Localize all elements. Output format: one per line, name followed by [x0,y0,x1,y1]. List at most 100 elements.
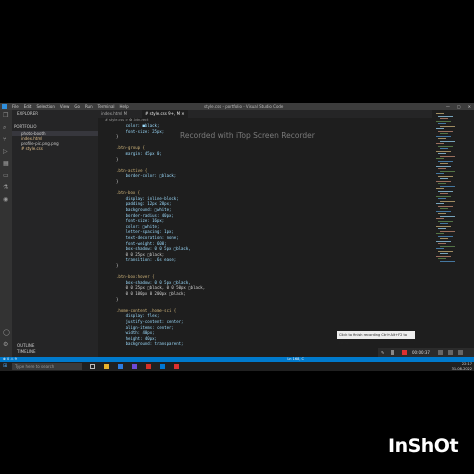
code-line[interactable]: padding: 12px 28px; [116,201,172,206]
code-line[interactable]: width: 40px; [116,330,155,335]
minimap-line [436,150,451,152]
maximize-button[interactable]: ▢ [457,103,461,110]
code-line[interactable]: } [116,157,118,162]
search-icon[interactable]: ⌕ [3,125,9,131]
code-line[interactable]: margin: 45px 0; [116,151,162,156]
code-line[interactable]: box-shadow: 0 0 5px □black, [116,280,191,285]
menu-view[interactable]: View [60,103,70,110]
line-number [98,134,112,139]
pause-icon[interactable] [391,350,394,355]
code-line[interactable]: 0 0 25px □black; [116,252,165,257]
store-icon[interactable] [132,364,137,369]
problems-status[interactable]: ⊗ 0 ⚠ 9 [0,357,17,361]
minimap-line [440,133,448,134]
settings-icon[interactable]: ⚙ [3,342,9,348]
code-line[interactable]: font-size: 25px; [116,129,165,134]
activity-bar: ❐ ⌕ ⑂ ▷ ▦ ▭ ⚗ ◉ ◯ ⚙ [0,110,12,357]
close-button[interactable]: ✕ [468,103,471,110]
code-line[interactable]: .home-content .home-sci { [116,308,176,313]
menu-selection[interactable]: Selection [36,103,54,110]
line-number [98,241,112,246]
minimap-line [436,225,451,227]
run-debug-icon[interactable]: ▷ [3,149,9,155]
code-line[interactable]: .btn-box:hover { [116,274,155,279]
code-line[interactable]: align-items: center; [116,325,174,330]
settings-icon[interactable] [458,350,463,355]
code-line[interactable]: 0 0 25px □black, 0 0 50px □black, [116,285,205,290]
menu-edit[interactable]: Edit [24,103,32,110]
code-line[interactable]: height: 40px; [116,336,157,341]
windows-start-icon[interactable]: ⊞ [3,364,8,369]
timeline-section[interactable]: TIMELINE [17,349,103,354]
edge-icon[interactable] [118,364,123,369]
code-line[interactable]: } [116,263,118,268]
folder-portfolio[interactable]: PORTFOLIO [14,124,100,129]
minimap[interactable] [432,110,474,357]
taskbar-search[interactable]: Type here to search [12,363,82,370]
files-icon[interactable]: ❐ [3,113,9,119]
minimap-line [438,213,446,214]
camera-icon[interactable] [448,350,453,355]
code-line[interactable]: } [116,297,118,302]
code-line[interactable]: display: flex; [116,313,160,318]
recorder-tooltip: Click to finish recording Ctrl+Alt+F2 to… [337,331,415,345]
stop-record-button[interactable] [402,350,407,355]
code-line[interactable]: border-color: □black; [116,173,177,178]
line-number [98,291,112,296]
code-line[interactable]: 0 0 100px 0 200px □black; [116,291,186,296]
line-number [98,196,112,201]
chrome-icon[interactable] [146,364,151,369]
code-line[interactable]: color: □white; [116,224,160,229]
tab-index-html[interactable]: index.html M [98,110,130,118]
code-line[interactable]: .btn-group { [116,145,145,150]
file-item[interactable]: # style.css [12,146,107,151]
minimap-line [436,180,451,182]
code-line[interactable]: text-decoration: none; [116,235,179,240]
code-line[interactable]: .btn-active { [116,168,147,173]
minimap-line [438,145,453,147]
code-line[interactable]: color: ■black; [116,123,160,128]
menu-terminal[interactable]: Terminal [98,103,115,110]
clock[interactable]: 22:17 31-08-2022 [452,362,472,371]
code-line[interactable]: box-shadow: 0 0 5px □black, [116,246,191,251]
minimize-button[interactable]: — [446,103,450,110]
extensions-icon[interactable]: ▦ [3,161,9,167]
tab-style-css[interactable]: # style.css 9+, M ✕ [142,110,188,118]
code-line[interactable]: transition: .6s ease; [116,257,177,262]
code-line[interactable]: } [116,179,118,184]
code-line[interactable]: .btn-box { [116,190,140,195]
code-line[interactable]: font-size: 16px; [116,218,165,223]
account-icon[interactable]: ◯ [3,330,10,336]
menu-help[interactable]: Help [120,103,129,110]
line-number [98,162,112,167]
remote-icon[interactable]: ▭ [3,173,9,179]
code-editor[interactable]: color: ■black; font-size: 25px;} .btn-gro… [98,123,432,357]
code-line[interactable]: background: transparent; [116,341,184,346]
task-view-icon[interactable] [90,364,95,369]
menu-run[interactable]: Run [85,103,93,110]
code-line[interactable]: } [116,134,118,139]
line-number [98,168,112,173]
recorder-taskbar-icon[interactable] [174,364,179,369]
file-explorer-icon[interactable] [104,364,109,369]
vscode-taskbar-icon[interactable] [160,364,165,369]
screenshot-icon[interactable] [438,350,443,355]
line-number [98,207,112,212]
code-line[interactable]: justify-content: center; [116,319,184,324]
docker-icon[interactable]: ◉ [3,197,9,203]
source-control-icon[interactable]: ⑂ [3,137,9,143]
menu-go[interactable]: Go [74,103,80,110]
menu-file[interactable]: File [12,103,19,110]
code-line[interactable]: display: inline-block; [116,196,179,201]
line-number [98,157,112,162]
code-line[interactable]: font-weight: 600; [116,241,167,246]
line-number [98,213,112,218]
code-line[interactable]: background: □white; [116,207,172,212]
code-line[interactable]: border-radius: 40px; [116,213,174,218]
testing-icon[interactable]: ⚗ [3,185,9,191]
recording-timer: 00:00:37 [412,350,430,355]
outline-section[interactable]: OUTLINE [17,343,103,348]
editor-tabs: index.html M # style.css 9+, M ✕ [98,110,432,118]
pen-icon[interactable]: ✎ [381,350,386,355]
code-line[interactable]: letter-spacing: 1px; [116,229,174,234]
